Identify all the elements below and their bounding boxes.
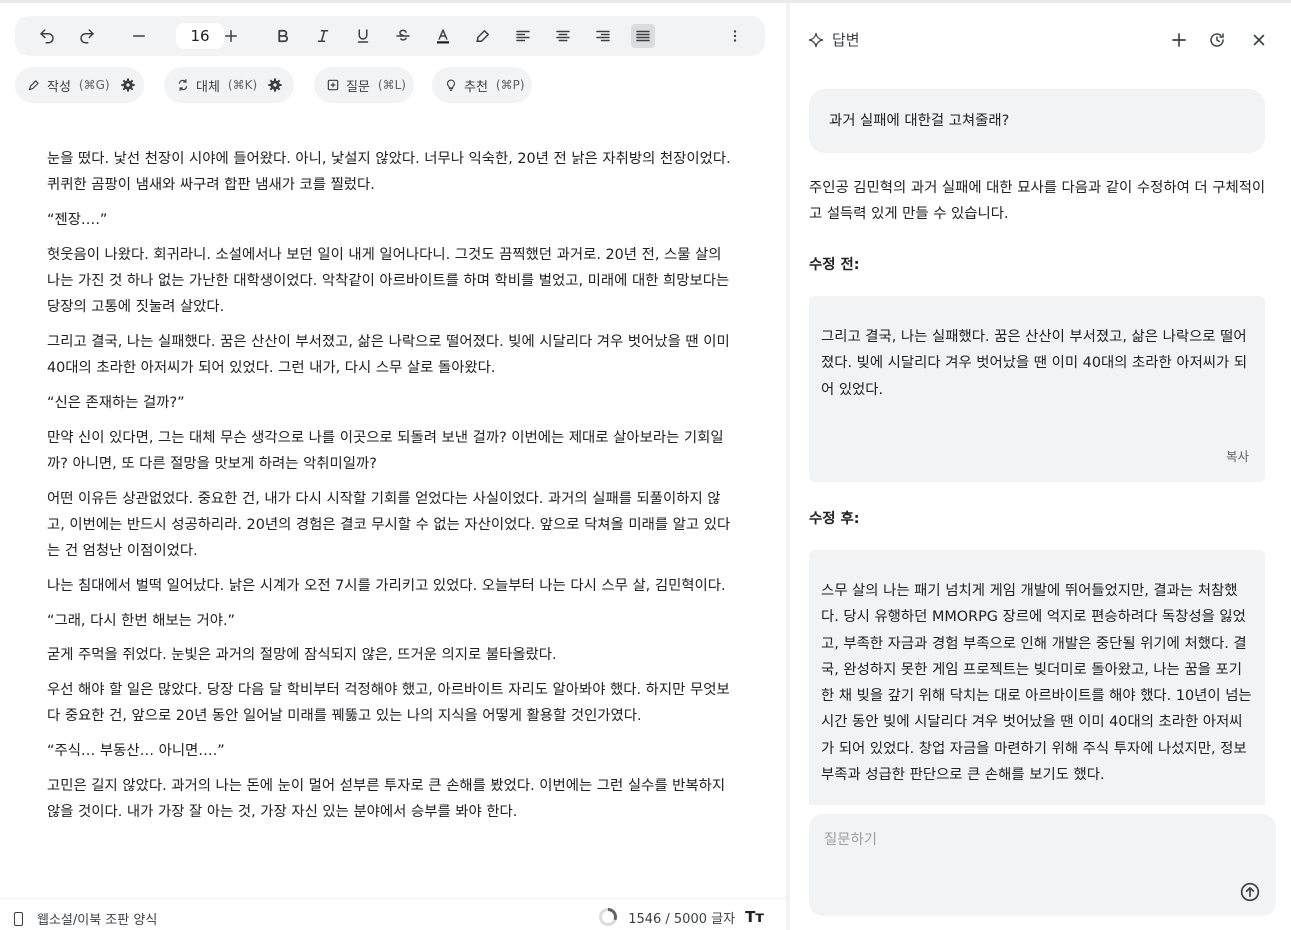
character-count: 1546 / 5000 글자 bbox=[628, 911, 736, 927]
question-chip[interactable]: 질문 (⌘L) bbox=[314, 67, 414, 103]
ask-box bbox=[809, 814, 1276, 916]
paragraph: 헛웃음이 나왔다. 회귀라니. 소설에서나 보던 일이 내게 일어나다니. 그것… bbox=[47, 246, 730, 316]
paragraph: 고민은 길지 않았다. 과거의 나는 돈에 눈이 멀어 섣부른 투자로 큰 손해… bbox=[47, 777, 726, 820]
sparkle-icon bbox=[808, 32, 824, 47]
editor-pane: 16 작성 (⌘G) 대체 (⌘K) 질문 (⌘L) 추천 (⌘P) 눈을 떴다… bbox=[0, 3, 786, 930]
bold-icon[interactable] bbox=[271, 24, 295, 48]
strikethrough-icon[interactable] bbox=[391, 24, 415, 48]
replace-chip[interactable]: 대체 (⌘K) bbox=[164, 67, 294, 103]
paragraph: 어떤 이유든 상관없었다. 중요한 건, 내가 다시 시작할 기회를 얻었다는 … bbox=[47, 490, 731, 560]
decrease-font-size-button[interactable] bbox=[127, 24, 151, 48]
format-mode[interactable]: 웹소설/이북 조판 양식 bbox=[14, 909, 157, 928]
status-bar: 웹소설/이북 조판 양식 1546 / 5000 글자 Tт bbox=[0, 898, 786, 930]
question-shortcut: (⌘L) bbox=[377, 78, 406, 92]
answer-intro: 주인공 김민혁의 과거 실패에 대한 묘사를 다음과 같이 수정하여 더 구체적… bbox=[809, 180, 1266, 223]
panel-title: 답변 bbox=[808, 29, 860, 50]
after-heading: 수정 후: bbox=[809, 511, 860, 527]
suggest-label: 추천 bbox=[464, 79, 488, 95]
align-center-icon[interactable] bbox=[551, 24, 575, 48]
paragraph: “주식… 부동산… 아니면….” bbox=[47, 742, 225, 759]
progress-ring-icon bbox=[599, 908, 618, 926]
write-chip[interactable]: 작성 (⌘G) bbox=[15, 67, 144, 103]
underline-icon[interactable] bbox=[351, 24, 375, 48]
paragraph: 만약 신이 있다면, 그는 대체 무슨 생각으로 나를 이곳으로 되돌려 보낸 … bbox=[47, 429, 724, 472]
question-label: 질문 bbox=[346, 79, 370, 95]
more-options-icon[interactable] bbox=[723, 24, 747, 48]
suggest-shortcut: (⌘P) bbox=[495, 78, 525, 92]
align-justify-icon[interactable] bbox=[631, 24, 655, 48]
text-color-icon[interactable] bbox=[431, 24, 455, 48]
replace-icon bbox=[176, 78, 190, 92]
gear-icon[interactable] bbox=[267, 77, 283, 93]
italic-icon[interactable] bbox=[311, 24, 335, 48]
suggest-chip[interactable]: 추천 (⌘P) bbox=[432, 67, 532, 103]
write-shortcut: (⌘G) bbox=[78, 78, 110, 92]
align-left-icon[interactable] bbox=[511, 24, 535, 48]
align-right-icon[interactable] bbox=[591, 24, 615, 48]
paragraph: 그리고 결국, 나는 실패했다. 꿈은 산산이 부서졌고, 삶은 나락으로 떨어… bbox=[47, 333, 730, 377]
paragraph: 눈을 떴다. 낯선 천장이 시야에 들어왔다. 아니, 낯설지 않았다. 너무나… bbox=[47, 151, 731, 194]
font-size-field[interactable]: 16 bbox=[176, 23, 224, 49]
send-icon[interactable] bbox=[1240, 882, 1260, 902]
gear-icon[interactable] bbox=[120, 77, 136, 93]
document-body[interactable]: 눈을 떴다. 낯선 천장이 시야에 들어왔다. 아니, 낯설지 않았다. 너무나… bbox=[47, 146, 737, 834]
answer-content: 주인공 김민혁의 과거 실패에 대한 묘사를 다음과 같이 수정하여 더 구체적… bbox=[809, 175, 1269, 805]
before-text: 그리고 결국, 나는 실패했다. 꿈은 산산이 부서졌고, 삶은 나락으로 떨어… bbox=[821, 329, 1248, 398]
after-text-box: 스무 살의 나는 패기 넘치게 게임 개발에 뛰어들었지만, 결과는 처참했다.… bbox=[809, 550, 1265, 805]
highlighter-icon[interactable] bbox=[471, 24, 495, 48]
pen-icon bbox=[27, 78, 41, 92]
phone-icon bbox=[14, 911, 23, 926]
write-label: 작성 bbox=[47, 79, 71, 95]
paragraph: “젠장….” bbox=[47, 211, 108, 228]
redo-icon[interactable] bbox=[75, 24, 99, 48]
format-mode-label: 웹소설/이북 조판 양식 bbox=[37, 913, 158, 928]
paragraph: 우선 해야 할 일은 많았다. 당장 다음 달 학비부터 걱정해야 했고, 아르… bbox=[47, 681, 730, 725]
undo-icon[interactable] bbox=[35, 24, 59, 48]
new-chat-icon[interactable] bbox=[1168, 29, 1190, 51]
paragraph: “그래, 다시 한번 해보는 거야.” bbox=[47, 612, 235, 629]
text-size-icon[interactable]: Tт bbox=[745, 908, 764, 926]
replace-shortcut: (⌘K) bbox=[227, 78, 258, 92]
formatting-toolbar: 16 bbox=[15, 16, 765, 56]
paragraph: “신은 존재하는 걸까?” bbox=[47, 394, 185, 411]
increase-font-size-button[interactable] bbox=[219, 24, 243, 48]
close-icon[interactable] bbox=[1248, 29, 1270, 51]
user-question-bubble: 과거 실패에 대한걸 고쳐줄래? bbox=[809, 89, 1265, 153]
add-box-icon bbox=[326, 78, 340, 92]
history-icon[interactable] bbox=[1206, 29, 1228, 51]
replace-label: 대체 bbox=[196, 79, 220, 95]
before-text-box: 그리고 결국, 나는 실패했다. 꿈은 산산이 부서졌고, 삶은 나락으로 떨어… bbox=[809, 296, 1265, 482]
ask-input[interactable] bbox=[824, 832, 1224, 848]
lightbulb-icon bbox=[444, 78, 458, 92]
copy-button[interactable]: 복사 bbox=[1226, 444, 1249, 470]
paragraph: 굳게 주먹을 쥐었다. 눈빛은 과거의 절망에 잠식되지 않은, 뜨거운 의지로… bbox=[47, 647, 557, 664]
before-heading: 수정 전: bbox=[809, 257, 860, 273]
character-counter: 1546 / 5000 글자 Tт bbox=[598, 907, 764, 927]
after-text: 스무 살의 나는 패기 넘치게 게임 개발에 뛰어들었지만, 결과는 처참했다.… bbox=[821, 583, 1252, 784]
paragraph: 나는 침대에서 벌떡 일어났다. 낡은 시계가 오전 7시를 가리키고 있었다.… bbox=[47, 577, 726, 594]
panel-title-label: 답변 bbox=[832, 31, 860, 49]
answer-panel: 답변 과거 실패에 대한걸 고쳐줄래? 주인공 김민혁의 과거 실패에 대한 묘… bbox=[790, 3, 1291, 930]
